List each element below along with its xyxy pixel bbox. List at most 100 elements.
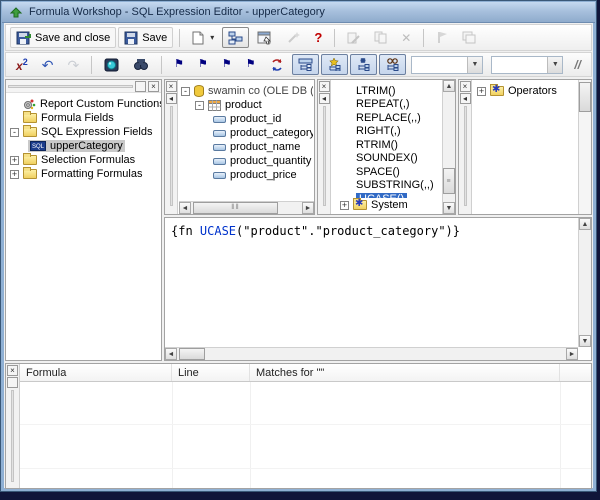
tree-item-field[interactable]: product_quantity — [181, 154, 313, 168]
check-formula-button[interactable]: x2 — [10, 54, 34, 75]
scroll-thumb[interactable] — [179, 348, 205, 360]
scroll-thumb[interactable]: ⦀⦀ — [193, 202, 278, 214]
splitter-handle[interactable] — [11, 390, 14, 482]
tree-item-uppercategory[interactable]: SQL upperCategory — [10, 139, 161, 153]
function-item[interactable]: SUBSTRING(,,) — [356, 179, 441, 193]
toggle-workshop-tree-button[interactable] — [379, 54, 406, 75]
close-icon[interactable]: × — [319, 81, 330, 92]
expand-expander[interactable]: + — [477, 87, 486, 96]
scroll-right-icon[interactable]: ► — [566, 348, 578, 360]
collapse-left-icon[interactable]: ◂ — [319, 93, 330, 104]
scroll-down-icon[interactable]: ▼ — [579, 335, 591, 347]
formula-editor[interactable]: {fn UCASE("product"."product_category")}… — [164, 217, 592, 361]
function-item[interactable]: RIGHT(,) — [356, 125, 441, 139]
collapse-button[interactable] — [135, 81, 146, 92]
tree-item-operators[interactable]: + Operators — [477, 84, 557, 98]
tree-item-formatting-formulas[interactable]: + Formatting Formulas — [10, 167, 161, 181]
collapse-expander[interactable]: - — [10, 128, 19, 137]
scroll-up-icon[interactable]: ▲ — [579, 218, 591, 230]
function-combo[interactable]: ▼ — [491, 56, 563, 74]
function-item[interactable]: SOUNDEX() — [356, 152, 441, 166]
function-item[interactable]: RTRIM() — [356, 138, 441, 152]
sort-trees-button[interactable] — [264, 54, 290, 75]
collapse-left-icon[interactable]: ◂ — [460, 93, 471, 104]
rename-button[interactable] — [341, 27, 366, 48]
save-and-close-button[interactable]: Save and close — [10, 27, 116, 48]
collapse-icon[interactable] — [7, 377, 18, 388]
editor-vscrollbar[interactable]: ▲ ▼ — [578, 218, 591, 347]
column-header-formula[interactable]: Formula — [20, 364, 172, 381]
close-icon[interactable]: × — [460, 81, 471, 92]
scroll-left-icon[interactable]: ◄ — [179, 202, 191, 214]
scroll-right-icon[interactable]: ► — [302, 202, 314, 214]
function-item[interactable]: SPACE() — [356, 165, 441, 179]
scroll-thumb[interactable] — [579, 82, 591, 112]
functions-vscrollbar[interactable]: ▲ ≡ ▼ — [442, 80, 455, 214]
expand-expander[interactable]: + — [10, 156, 19, 165]
splitter-handle[interactable] — [323, 106, 326, 206]
function-item[interactable]: REPEAT(,) — [356, 98, 441, 112]
new-button[interactable]: ▾ — [186, 27, 220, 48]
tree-item-report-custom-functions[interactable]: Report Custom Functions — [10, 97, 161, 111]
duplicate-button[interactable] — [368, 27, 393, 48]
scroll-down-icon[interactable]: ▼ — [443, 202, 455, 214]
column-header-matches[interactable]: Matches for "" — [250, 364, 560, 381]
close-icon[interactable]: × — [148, 81, 159, 92]
bookmark-toggle-button[interactable]: ⚑ — [168, 54, 190, 75]
toggle-operators-tree-button[interactable] — [350, 54, 377, 75]
toggle-fields-tree-button[interactable] — [292, 54, 319, 75]
help-button[interactable]: ? — [308, 27, 328, 48]
tree-item-field[interactable]: product_name — [181, 140, 313, 154]
tree-item-field[interactable]: product_price — [181, 168, 313, 182]
fields-hscrollbar[interactable]: ◄ ⦀⦀ ► — [179, 201, 314, 214]
delete-button[interactable]: ✕ — [395, 27, 417, 48]
bookmark-prev-button[interactable]: ⚑ — [216, 54, 238, 75]
find-button[interactable] — [127, 54, 155, 75]
function-item[interactable]: REPLACE(,,) — [356, 111, 441, 125]
close-icon[interactable]: × — [7, 365, 18, 376]
flag-button[interactable] — [430, 27, 454, 48]
close-icon[interactable]: × — [166, 81, 177, 92]
browse-data-button[interactable] — [98, 54, 125, 75]
undo-button[interactable]: ↶ — [36, 54, 60, 75]
save-button[interactable]: Save — [118, 27, 173, 48]
collapse-left-icon[interactable]: ◂ — [166, 93, 177, 104]
toggle-expert-button[interactable] — [222, 27, 249, 48]
splitter-track[interactable] — [8, 85, 133, 88]
tree-item-database[interactable]: - swamin co (OLE DB (ADC — [181, 84, 313, 98]
chevron-down-icon[interactable]: ▼ — [467, 57, 482, 73]
title-bar[interactable]: Formula Workshop - SQL Expression Editor… — [2, 2, 595, 23]
formula-text[interactable]: {fn UCASE("product"."product_category")} — [171, 224, 460, 238]
scroll-left-icon[interactable]: ◄ — [165, 348, 177, 360]
splitter-handle[interactable] — [170, 106, 173, 206]
column-header-line[interactable]: Line — [172, 364, 250, 381]
field-combo[interactable]: ▼ — [411, 56, 483, 74]
tree-item-formula-fields[interactable]: Formula Fields — [10, 111, 161, 125]
tree-item-sql-expression-fields[interactable]: - SQL Expression Fields — [10, 125, 161, 139]
tree-item-field[interactable]: product_category — [181, 126, 313, 140]
properties-button[interactable] — [251, 27, 278, 48]
windows-button[interactable] — [456, 27, 482, 48]
tree-item-table-product[interactable]: - product — [181, 98, 313, 112]
collapse-expander[interactable]: - — [195, 101, 204, 110]
wand-button[interactable] — [280, 27, 306, 48]
expand-expander[interactable]: + — [10, 170, 19, 179]
tree-item-system[interactable]: + System — [340, 198, 408, 212]
comment-button[interactable]: // — [568, 54, 587, 75]
bookmark-clear-button[interactable]: ⚑ — [240, 54, 262, 75]
expand-expander[interactable]: + — [340, 201, 349, 210]
new-dropdown-icon[interactable]: ▾ — [210, 33, 214, 42]
redo-button[interactable]: ↷ — [61, 54, 85, 75]
splitter-handle[interactable] — [464, 106, 467, 206]
tree-item-field[interactable]: product_id — [181, 112, 313, 126]
operators-vscrollbar[interactable] — [578, 80, 591, 214]
function-item[interactable]: LTRIM() — [356, 84, 441, 98]
editor-hscrollbar[interactable]: ◄ ► — [165, 347, 578, 360]
scroll-up-icon[interactable]: ▲ — [443, 80, 455, 92]
collapse-expander[interactable]: - — [181, 87, 190, 96]
scroll-thumb[interactable]: ≡ — [443, 168, 455, 194]
toggle-functions-tree-button[interactable] — [321, 54, 348, 75]
tree-item-selection-formulas[interactable]: + Selection Formulas — [10, 153, 161, 167]
chevron-down-icon[interactable]: ▼ — [547, 57, 562, 73]
bookmark-next-button[interactable]: ⚑ — [192, 54, 214, 75]
